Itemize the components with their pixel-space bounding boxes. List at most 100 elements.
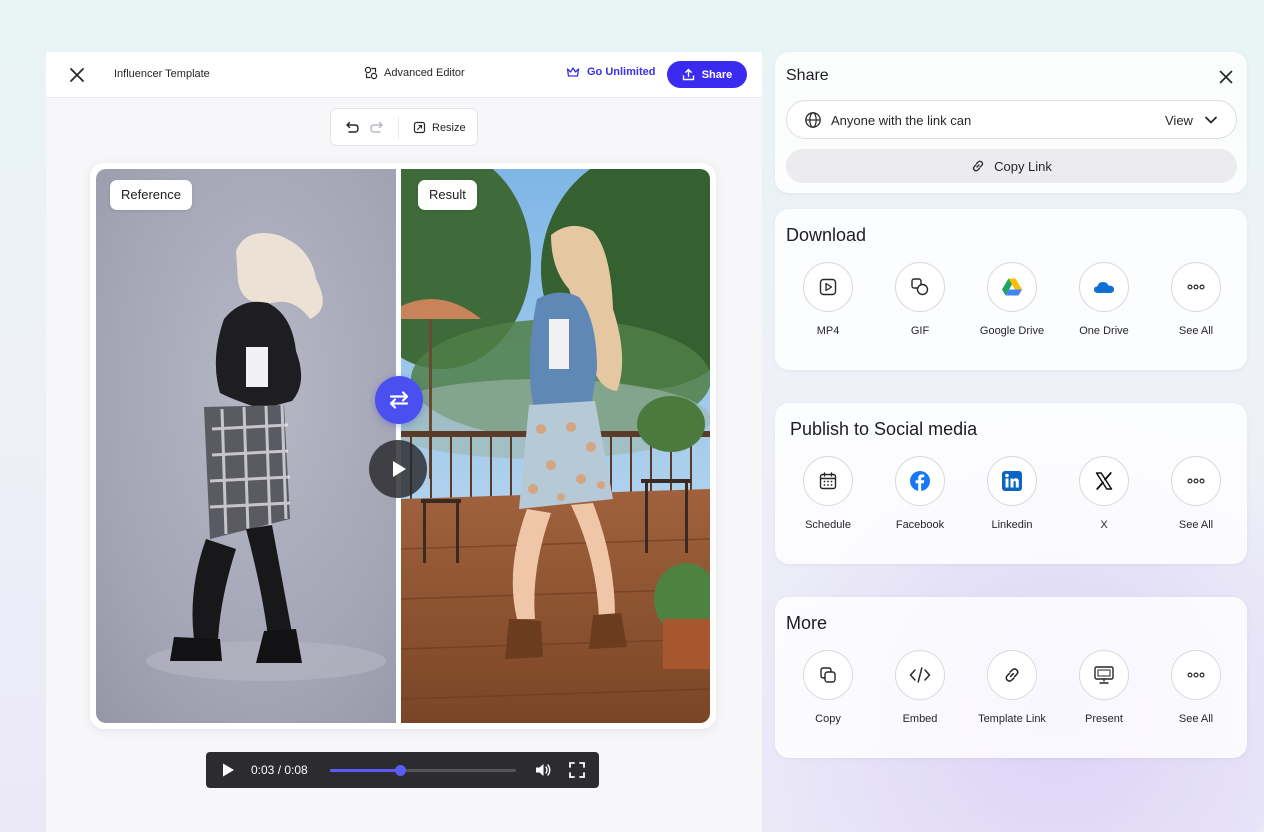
- onedrive-icon: [1094, 282, 1114, 293]
- social-see-all-option[interactable]: See All: [1150, 456, 1242, 533]
- share-panel-title: Share: [786, 67, 829, 84]
- more-embed-option[interactable]: Embed: [874, 650, 966, 727]
- redo-icon: [370, 121, 383, 133]
- editor-panel: Influencer Template Advanced Editor Go U…: [46, 52, 762, 832]
- volume-button[interactable]: [534, 761, 552, 779]
- resize-button[interactable]: Resize: [413, 121, 466, 134]
- chevron-down-icon: [1205, 116, 1217, 124]
- reference-label: Reference: [110, 180, 192, 210]
- close-share-button[interactable]: [1217, 68, 1235, 86]
- download-gif-option[interactable]: GIF: [874, 262, 966, 339]
- play-icon: [223, 763, 234, 777]
- download-mp4-option[interactable]: MP4: [782, 262, 874, 339]
- video-player-controls: 0:03 / 0:08: [206, 752, 599, 788]
- link-permission-select[interactable]: Anyone with the link can View: [786, 100, 1237, 139]
- app-window: Influencer Template Advanced Editor Go U…: [0, 0, 1264, 832]
- option-circle: [987, 262, 1037, 312]
- redo-button[interactable]: [368, 119, 386, 137]
- option-label: Present: [1085, 713, 1123, 725]
- swap-arrows-icon: [389, 391, 409, 409]
- resize-icon: [413, 121, 426, 134]
- reference-image: [96, 169, 396, 723]
- social-schedule-option[interactable]: Schedule: [782, 456, 874, 533]
- share-button-label: Share: [701, 68, 733, 81]
- option-label: See All: [1178, 519, 1214, 531]
- option-label: Facebook: [895, 519, 945, 531]
- option-circle: [1079, 650, 1129, 700]
- google-drive-icon: [1002, 278, 1022, 296]
- video-file-icon: [819, 278, 837, 296]
- more-dots-icon: [1187, 672, 1205, 678]
- player-progress-fill: [330, 769, 400, 772]
- x-logo-icon: [1095, 472, 1113, 490]
- more-template-link-option[interactable]: Template Link: [966, 650, 1058, 727]
- option-label: See All: [1178, 713, 1214, 725]
- player-time: 0:03 / 0:08: [251, 763, 308, 777]
- option-circle: [895, 456, 945, 506]
- option-label: MP4: [816, 325, 840, 337]
- more-dots-icon: [1187, 478, 1205, 484]
- download-google-drive-option[interactable]: Google Drive: [966, 262, 1058, 339]
- option-circle: [803, 262, 853, 312]
- swap-compare-button[interactable]: [375, 376, 423, 424]
- option-circle: [803, 650, 853, 700]
- permission-label: Anyone with the link can: [831, 113, 972, 128]
- fullscreen-button[interactable]: [568, 761, 586, 779]
- social-facebook-option[interactable]: Facebook: [874, 456, 966, 533]
- option-label: One Drive: [1079, 325, 1129, 337]
- player-progress-handle[interactable]: [394, 765, 406, 776]
- share-card: Share Anyone with the link can View Copy…: [775, 52, 1247, 193]
- social-card: Publish to Social media Schedule Faceboo…: [775, 403, 1247, 564]
- social-x-option[interactable]: X: [1058, 456, 1150, 533]
- undo-icon: [346, 121, 359, 133]
- social-title: Publish to Social media: [790, 419, 978, 439]
- close-editor-button[interactable]: [66, 64, 88, 86]
- play-overlay-button[interactable]: [369, 440, 427, 498]
- download-see-all-option[interactable]: See All: [1150, 262, 1242, 339]
- option-label: Copy: [815, 713, 841, 725]
- download-card: Download MP4 GIF Google Drive One Drive: [775, 209, 1247, 370]
- upload-icon: [682, 68, 694, 81]
- copy-link-button[interactable]: Copy Link: [786, 149, 1237, 183]
- undo-button[interactable]: [343, 119, 361, 137]
- go-unlimited-label: Go Unlimited: [587, 66, 656, 78]
- facebook-icon: [910, 471, 930, 491]
- social-linkedin-option[interactable]: Linkedin: [966, 456, 1058, 533]
- permission-value: View: [1165, 113, 1193, 128]
- more-copy-option[interactable]: Copy: [782, 650, 874, 727]
- download-onedrive-option[interactable]: One Drive: [1058, 262, 1150, 339]
- option-circle: [803, 456, 853, 506]
- option-circle: [1171, 456, 1221, 506]
- code-icon: [909, 667, 931, 683]
- result-image: [401, 169, 710, 723]
- comparison-preview: Reference Result: [90, 163, 716, 729]
- more-title: More: [786, 613, 828, 633]
- player-progress-track[interactable]: [330, 765, 516, 776]
- link-icon: [1005, 668, 1019, 682]
- option-label: Template Link: [978, 713, 1046, 725]
- toolbar-divider: [398, 117, 399, 139]
- close-icon: [70, 68, 84, 82]
- share-button[interactable]: Share: [667, 61, 747, 88]
- option-label: X: [1100, 519, 1108, 531]
- play-icon: [393, 461, 406, 477]
- more-present-option[interactable]: Present: [1058, 650, 1150, 727]
- go-unlimited-button[interactable]: Go Unlimited: [566, 66, 655, 78]
- option-circle: [1171, 262, 1221, 312]
- template-name: Influencer Template: [114, 68, 210, 80]
- volume-icon: [536, 764, 551, 776]
- option-label: GIF: [910, 325, 930, 337]
- advanced-editor-button[interactable]: Advanced Editor: [364, 66, 465, 80]
- result-label: Result: [418, 180, 477, 210]
- player-play-button[interactable]: [220, 762, 236, 778]
- linkedin-icon: [1002, 471, 1022, 491]
- editor-header: Influencer Template Advanced Editor Go U…: [46, 52, 762, 98]
- more-dots-icon: [1187, 284, 1205, 290]
- download-title: Download: [786, 225, 867, 245]
- more-see-all-option[interactable]: See All: [1150, 650, 1242, 727]
- option-circle: [1079, 262, 1129, 312]
- option-label: Linkedin: [991, 519, 1033, 531]
- link-icon: [972, 160, 984, 172]
- option-circle: [895, 650, 945, 700]
- globe-icon: [805, 112, 821, 128]
